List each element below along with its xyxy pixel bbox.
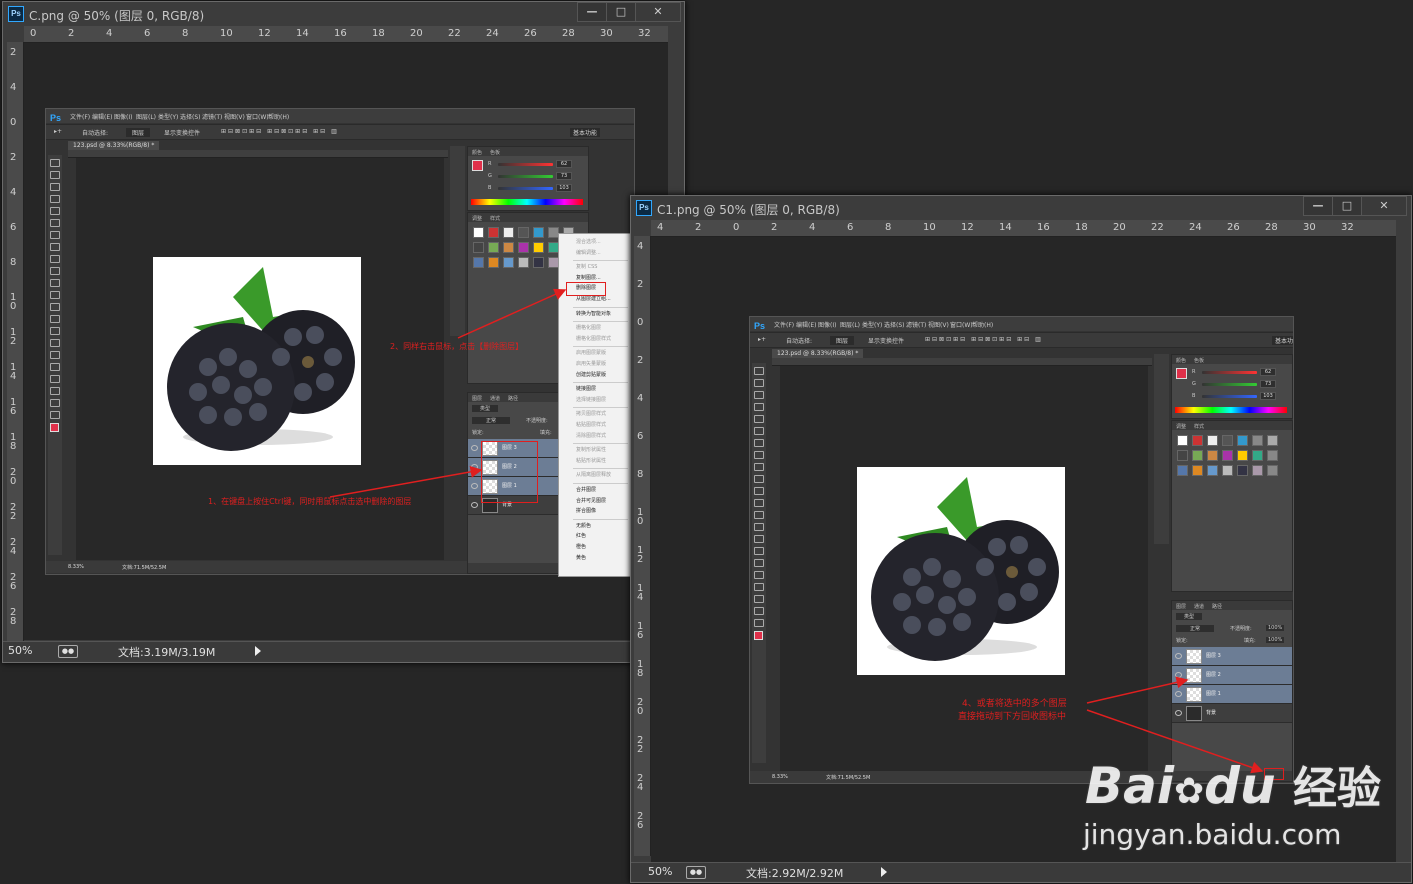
brand-jingyan: 经验 (1292, 763, 1381, 814)
baidu-watermark-url: jingyan.baidu.com (1083, 818, 1342, 851)
brand-bai: Bai (1085, 757, 1174, 815)
baidu-watermark-brand: Bai✿du 经验 (1085, 752, 1381, 816)
paw-icon: ✿ (1174, 771, 1205, 812)
arrow-step-2 (457, 288, 567, 339)
brand-du: du (1204, 757, 1276, 815)
arrow-step-4a (1086, 676, 1189, 704)
arrow-step-1 (329, 465, 483, 498)
